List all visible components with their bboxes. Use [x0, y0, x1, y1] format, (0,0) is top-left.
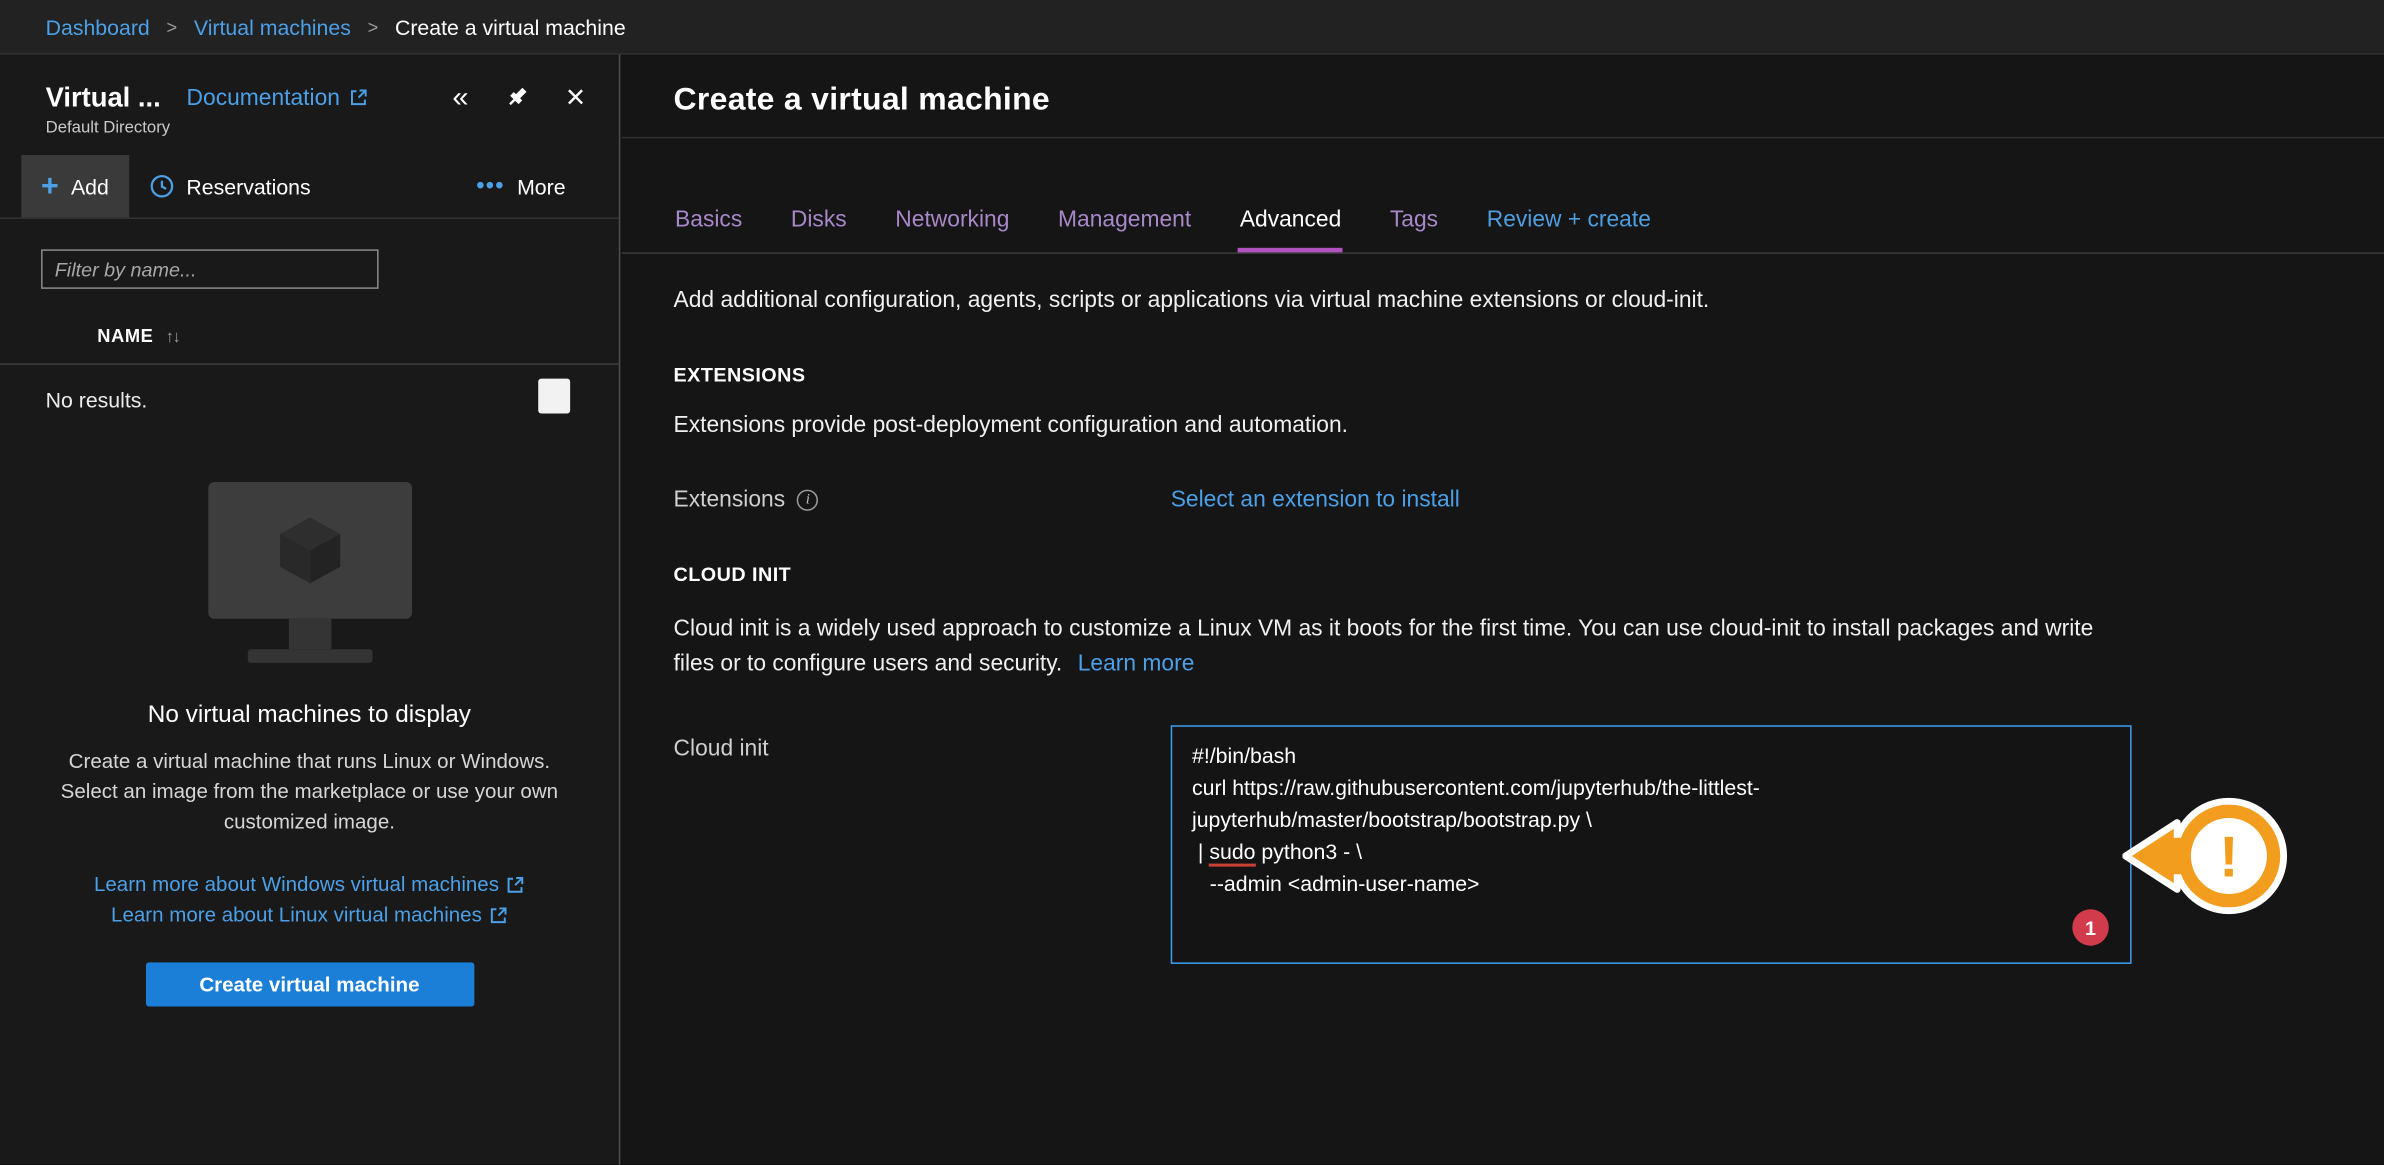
cloud-init-field-row: Cloud init #!/bin/bash curl https://raw.…	[674, 725, 2384, 964]
learn-linux-link[interactable]: Learn more about Linux virtual machines	[111, 900, 508, 930]
annotation-exclamation: !	[2219, 826, 2238, 890]
collapse-icon[interactable]: «	[452, 83, 468, 112]
ellipsis-icon: •••	[476, 173, 505, 199]
create-virtual-machine-button[interactable]: Create virtual machine	[145, 962, 473, 1006]
extensions-field-label: Extensions i	[674, 487, 1171, 513]
learn-windows-link-label: Learn more about Windows virtual machine…	[94, 870, 499, 900]
sort-icon: ↑↓	[166, 328, 180, 346]
blade-toolbar: + Add Reservations ••• More	[0, 155, 619, 219]
breadcrumb-separator: >	[368, 16, 379, 37]
intro-text: Add additional configuration, agents, sc…	[674, 287, 2384, 313]
extensions-description: Extensions provide post-deployment confi…	[674, 412, 2384, 438]
blade-title: Virtual ...	[46, 81, 161, 113]
empty-state-title: No virtual machines to display	[0, 702, 619, 729]
directory-label: Default Directory	[46, 119, 619, 137]
learn-more-link[interactable]: Learn more	[1078, 651, 1195, 677]
more-button-label: More	[517, 174, 566, 198]
breadcrumb-separator: >	[166, 16, 177, 37]
documentation-link[interactable]: Documentation	[187, 84, 368, 110]
external-link-icon	[489, 906, 507, 924]
tab-advanced[interactable]: Advanced	[1238, 207, 1342, 253]
reservations-button[interactable]: Reservations	[129, 155, 331, 217]
external-link-icon	[349, 88, 367, 106]
wizard-tabs: Basics Disks Networking Management Advan…	[674, 207, 2384, 253]
vm-cube-icon	[265, 509, 353, 591]
empty-state-illustration	[206, 482, 413, 663]
no-results-label: No results.	[46, 388, 148, 412]
breadcrumb-virtual-machines[interactable]: Virtual machines	[194, 14, 351, 38]
tab-disks[interactable]: Disks	[789, 207, 848, 253]
clock-icon	[148, 173, 174, 199]
monitor-icon	[208, 482, 412, 619]
add-button-label: Add	[71, 174, 109, 198]
page-title: Create a virtual machine	[674, 55, 2384, 122]
learn-linux-link-label: Learn more about Linux virtual machines	[111, 900, 482, 930]
empty-state-links: Learn more about Windows virtual machine…	[0, 870, 619, 931]
cloud-init-description-text: Cloud init is a widely used approach to …	[674, 616, 2094, 677]
info-icon[interactable]: i	[797, 489, 818, 510]
external-link-icon	[507, 876, 525, 894]
pin-icon-glyph	[505, 85, 529, 109]
tab-management[interactable]: Management	[1057, 207, 1193, 253]
cloud-init-editor-wrap: #!/bin/bash curl https://raw.githubuserc…	[1171, 725, 2132, 964]
tab-review-create[interactable]: Review + create	[1485, 207, 1652, 253]
tab-basics[interactable]: Basics	[674, 207, 744, 253]
learn-windows-link[interactable]: Learn more about Windows virtual machine…	[94, 870, 525, 900]
breadcrumb: Dashboard > Virtual machines > Create a …	[0, 0, 2384, 55]
step-badge: 1	[2072, 909, 2108, 945]
monitor-stand	[288, 619, 331, 649]
filter-input[interactable]	[41, 249, 379, 289]
annotation-arrow	[2126, 823, 2178, 890]
close-icon[interactable]: ×	[566, 81, 586, 114]
cloud-init-section-header: CLOUD INIT	[674, 563, 2384, 586]
divider	[622, 137, 2384, 139]
breadcrumb-dashboard[interactable]: Dashboard	[46, 14, 150, 38]
pin-icon[interactable]	[505, 85, 529, 109]
extensions-label-text: Extensions	[674, 487, 786, 513]
name-column-header[interactable]: NAME ↑↓	[0, 325, 619, 365]
add-button[interactable]: + Add	[21, 155, 128, 217]
tutorial-annotation: !	[2122, 786, 2298, 926]
extensions-field-row: Extensions i Select an extension to inst…	[674, 487, 2384, 513]
create-vm-panel: Create a virtual machine Basics Disks Ne…	[622, 55, 2384, 1165]
cloud-init-field-label: Cloud init	[674, 725, 1171, 964]
name-column-label: NAME	[97, 325, 153, 346]
blade-header-actions: « ×	[452, 81, 585, 114]
more-button[interactable]: ••• More	[457, 155, 586, 217]
documentation-link-label: Documentation	[187, 84, 340, 110]
empty-state-description: Create a virtual machine that runs Linux…	[55, 747, 563, 838]
breadcrumb-current-page: Create a virtual machine	[395, 14, 626, 38]
cloud-init-editor[interactable]: #!/bin/bash curl https://raw.githubuserc…	[1171, 725, 2132, 964]
cloud-init-description: Cloud init is a widely used approach to …	[674, 611, 2103, 681]
blade-header: Virtual ... Documentation « ×	[0, 55, 619, 114]
virtual-machines-blade: Virtual ... Documentation « ×	[0, 55, 620, 1165]
extensions-section-header: EXTENSIONS	[674, 363, 2384, 386]
divider	[622, 252, 2384, 254]
no-results-row: No results.	[0, 365, 619, 412]
plus-icon: +	[41, 171, 59, 201]
tab-tags[interactable]: Tags	[1388, 207, 1439, 253]
select-extension-link[interactable]: Select an extension to install	[1171, 487, 1460, 513]
monitor-base	[247, 649, 372, 663]
tab-networking[interactable]: Networking	[894, 207, 1011, 253]
select-checkbox[interactable]	[538, 379, 570, 414]
reservations-button-label: Reservations	[186, 174, 310, 198]
azure-portal-window: Dashboard > Virtual machines > Create a …	[0, 0, 2384, 1165]
